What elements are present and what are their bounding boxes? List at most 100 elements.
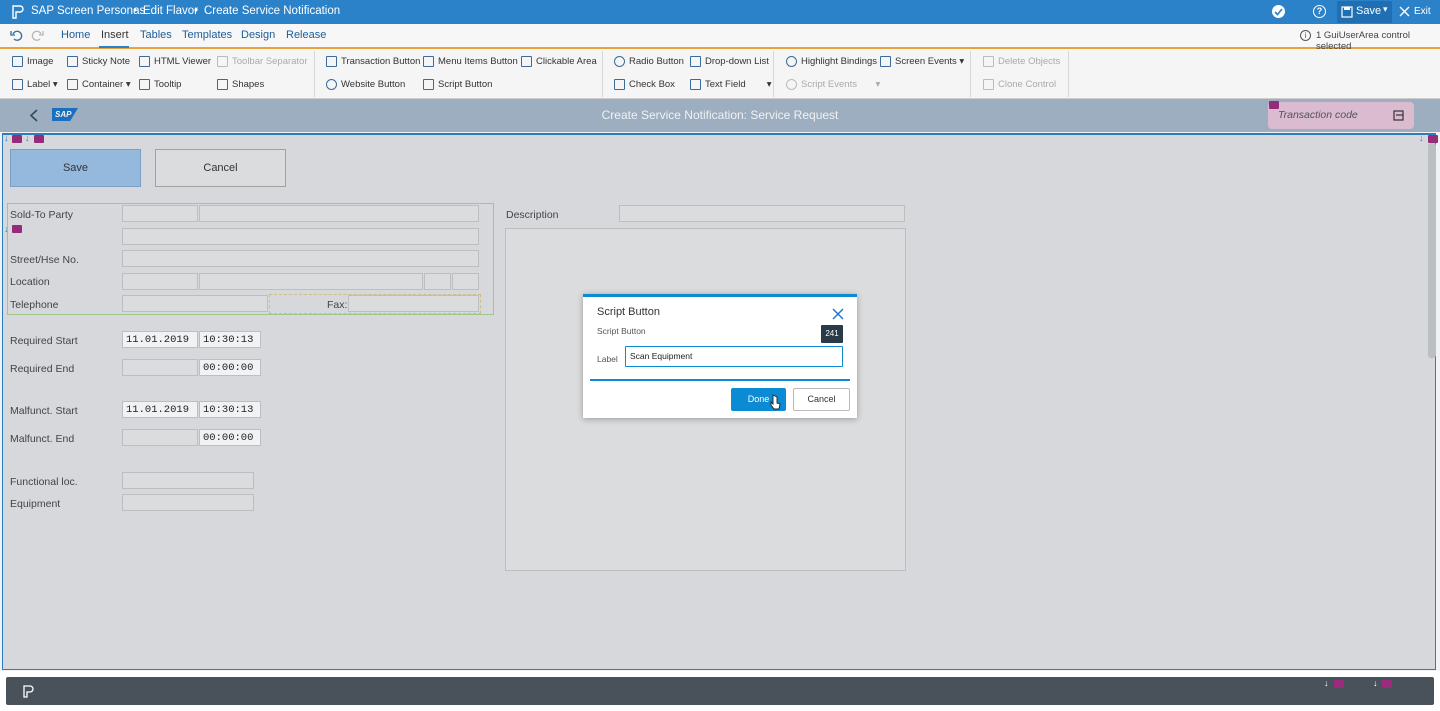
ribbon-divider	[773, 51, 774, 97]
radio-icon	[614, 56, 625, 67]
label-field-label: Label	[597, 354, 618, 364]
clickable-area-label: Clickable Area	[536, 56, 597, 67]
close-icon[interactable]	[832, 308, 844, 320]
tab-insert[interactable]: Insert	[101, 29, 129, 41]
status-check-icon[interactable]	[1272, 5, 1285, 18]
ribbon-divider	[1068, 51, 1069, 97]
container-label: Container	[82, 79, 124, 90]
title-separator: •	[194, 5, 199, 17]
binding-marker-icon	[1382, 680, 1392, 688]
mouse-cursor-icon	[770, 394, 781, 410]
clone-control-button: Clone Control	[983, 78, 1056, 92]
sticky-note-label: Sticky Note	[82, 56, 131, 67]
exit-label[interactable]: Exit	[1414, 6, 1431, 17]
container-button[interactable]: Container ▾	[67, 78, 131, 92]
label-input[interactable]: Scan Equipment	[625, 346, 843, 367]
menu-items-icon	[423, 56, 434, 67]
script-events-button: Script Events ▾	[786, 78, 880, 92]
text-field-icon	[690, 79, 701, 90]
ribbon-divider	[602, 51, 603, 97]
label-button[interactable]: Label ▾	[12, 78, 58, 92]
title-separator: •	[133, 5, 138, 17]
clickable-area-icon	[521, 56, 532, 67]
ribbon: Image Sticky Note HTML Viewer Toolbar Se…	[0, 49, 1440, 99]
down-arrow-icon: ↓	[1373, 678, 1378, 688]
screen-title: Create Service Notification	[204, 5, 341, 17]
highlight-icon	[786, 56, 797, 67]
transaction-button-icon	[326, 56, 337, 67]
tooltip-icon	[139, 79, 150, 90]
help-icon[interactable]: ?	[1313, 5, 1326, 18]
text-field-button[interactable]: Text Field ▾	[690, 78, 772, 92]
label-icon	[12, 79, 23, 90]
down-arrow-icon: ↓	[1324, 678, 1329, 688]
shapes-button[interactable]: Shapes	[217, 78, 264, 92]
text-field-label: Text Field	[705, 79, 746, 90]
undo-icon[interactable]	[10, 29, 23, 42]
app-title: SAP Screen Personas	[31, 5, 146, 17]
tab-templates[interactable]: Templates	[182, 29, 232, 41]
menu-items-button-button[interactable]: Menu Items Button	[423, 55, 518, 69]
tab-tables[interactable]: Tables	[140, 29, 172, 41]
active-tab-indicator	[99, 46, 129, 48]
script-button-label: Script Button	[438, 79, 493, 90]
dialog-divider	[590, 379, 850, 381]
menu-items-label: Menu Items Button	[438, 56, 518, 67]
dropdown-list-button[interactable]: Drop-down List	[690, 55, 769, 69]
html-viewer-button[interactable]: HTML Viewer	[139, 55, 211, 69]
binding-marker-icon	[1334, 680, 1344, 688]
dialog-title: Script Button	[597, 306, 660, 318]
sticky-note-button[interactable]: Sticky Note	[67, 55, 130, 69]
mode-title: Edit Flavor	[143, 5, 198, 17]
highlight-bindings-button[interactable]: Highlight Bindings	[786, 55, 877, 69]
redo-icon[interactable]	[31, 29, 44, 42]
screen-events-icon	[880, 56, 891, 67]
image-button[interactable]: Image	[12, 55, 53, 69]
check-box-button[interactable]: Check Box	[614, 78, 675, 92]
transaction-button-button[interactable]: Transaction Button	[326, 55, 420, 69]
screen-events-label: Screen Events	[895, 56, 957, 67]
script-button-button[interactable]: Script Button	[423, 78, 492, 92]
bottom-toolbar	[6, 677, 1434, 705]
dropdown-icon	[690, 56, 701, 67]
character-count-tooltip: 241	[821, 325, 843, 343]
tooltip-button[interactable]: Tooltip	[139, 78, 181, 92]
tab-design[interactable]: Design	[241, 29, 275, 41]
checkbox-icon	[614, 79, 625, 90]
html-viewer-label: HTML Viewer	[154, 56, 212, 67]
tab-release[interactable]: Release	[286, 29, 326, 41]
script-events-icon	[786, 79, 797, 90]
save-menu-button[interactable]: Save ▾	[1337, 1, 1392, 23]
shapes-icon	[217, 79, 228, 90]
personas-logo-icon	[12, 5, 24, 19]
exit-icon[interactable]	[1399, 6, 1410, 17]
globe-icon	[326, 79, 337, 90]
image-icon	[12, 56, 23, 67]
check-box-label: Check Box	[629, 79, 675, 90]
personas-logo-icon[interactable]	[22, 685, 34, 698]
screen-events-button[interactable]: Screen Events ▾	[880, 55, 964, 69]
tab-home[interactable]: Home	[61, 29, 90, 41]
html-viewer-icon	[139, 56, 150, 67]
trash-icon	[983, 56, 994, 67]
shapes-label: Shapes	[232, 79, 265, 90]
toolbar-separator-icon	[217, 56, 228, 67]
save-menu-label: Save	[1356, 5, 1382, 17]
clickable-area-button[interactable]: Clickable Area	[521, 55, 597, 69]
container-icon	[67, 79, 78, 90]
ribbon-divider	[314, 51, 315, 97]
delete-objects-button: Delete Objects	[983, 55, 1060, 69]
dropdown-list-label: Drop-down List	[705, 56, 769, 67]
toolbar-separator-label: Toolbar Separator	[232, 56, 308, 67]
website-button-button[interactable]: Website Button	[326, 78, 405, 92]
radio-button-label: Radio Button	[629, 56, 684, 67]
highlight-bindings-label: Highlight Bindings	[801, 56, 878, 67]
info-icon: i	[1300, 30, 1311, 41]
radio-button-button[interactable]: Radio Button	[614, 55, 684, 69]
tooltip-label: Tooltip	[154, 79, 182, 90]
sticky-note-icon	[67, 56, 78, 67]
dialog-cancel-button[interactable]: Cancel	[793, 388, 850, 411]
script-button-dialog: Script Button Script Button 241 Label Sc…	[583, 294, 857, 418]
script-icon	[423, 79, 434, 90]
ribbon-divider	[970, 51, 971, 97]
